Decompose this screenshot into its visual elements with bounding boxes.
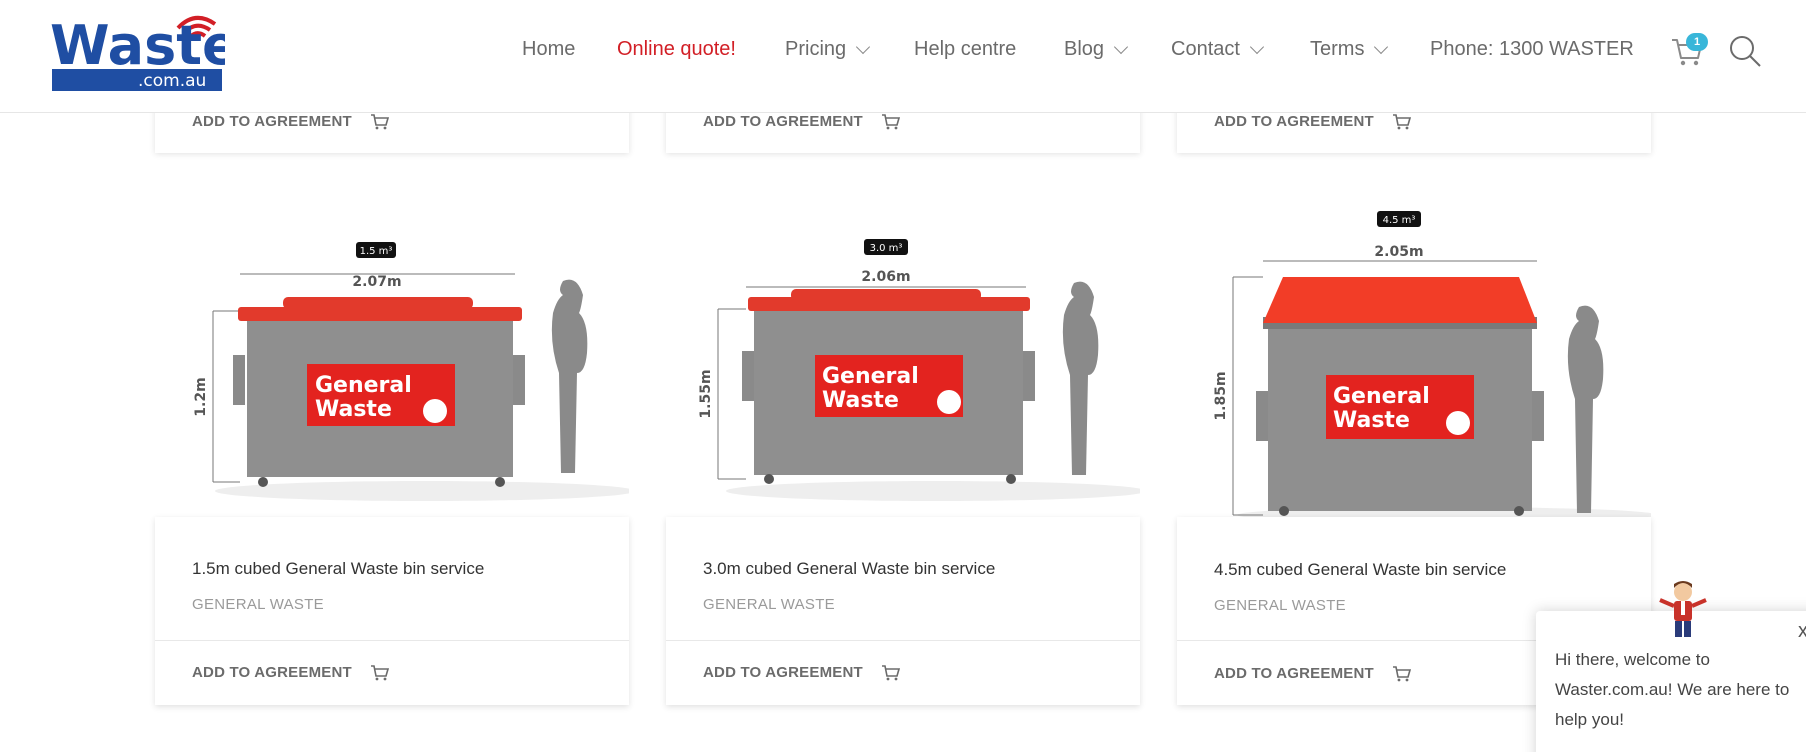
nav-home[interactable]: Home — [522, 38, 575, 61]
add-to-agreement-button[interactable]: ADD TO AGREEMENT — [1214, 663, 1412, 683]
add-label: ADD TO AGREEMENT — [1214, 112, 1374, 130]
add-to-agreement-button[interactable]: ADD TO AGREEMENT — [703, 111, 901, 131]
sign-line2: Waste — [822, 388, 899, 413]
product-title[interactable]: 1.5m cubed General Waste bin service — [192, 559, 484, 579]
bin-image[interactable]: 1.5 m³ 2.07m 1.2m General Waste — [155, 199, 629, 519]
add-label: ADD TO AGREEMENT — [192, 663, 352, 681]
chevron-down-icon — [1374, 39, 1389, 54]
product-category[interactable]: GENERAL WASTE — [703, 596, 835, 613]
chat-mascot-avatar[interactable] — [1652, 578, 1714, 640]
product-title[interactable]: 3.0m cubed General Waste bin service — [703, 559, 995, 579]
nav-terms[interactable]: Terms — [1310, 38, 1389, 61]
waster-logo[interactable]: Waster .com.au — [50, 6, 225, 94]
logo-text: Waster — [50, 14, 225, 77]
height-label: 1.55m — [698, 369, 714, 418]
cart-icon — [370, 114, 389, 130]
product-card: 3.0 m³ 2.06m 1.55m General Waste 3.0m cu… — [666, 199, 1140, 705]
site-header: Waster .com.au Home Online quote! Pricin… — [0, 0, 1806, 113]
nav-phone[interactable]: Phone: 1300 WASTER — [1430, 38, 1634, 61]
volume-label: 3.0 m³ — [870, 243, 903, 254]
width-label: 2.06m — [861, 269, 910, 285]
cart-count-badge: 1 — [1686, 33, 1708, 51]
width-label: 2.05m — [1374, 244, 1423, 260]
chevron-down-icon — [1113, 39, 1129, 54]
nav-label: Phone: 1300 WASTER — [1430, 38, 1634, 60]
nav-label: Terms — [1310, 38, 1365, 60]
add-to-agreement-button[interactable]: ADD TO AGREEMENT — [703, 662, 901, 682]
height-label: 1.2m — [193, 377, 209, 416]
nav-label: Help centre — [914, 38, 1017, 60]
nav-label: Online quote! — [617, 38, 736, 60]
cart-icon — [881, 114, 900, 130]
sign-line2: Waste — [1333, 408, 1410, 433]
bin-image[interactable]: 4.5 m³ 2.05m 1.85m General Waste — [1177, 199, 1651, 519]
nav-contact[interactable]: Contact — [1171, 38, 1265, 61]
product-category[interactable]: GENERAL WASTE — [192, 596, 324, 613]
chat-message: Hi there, welcome to Waster.com.au! We a… — [1555, 650, 1790, 729]
nav-label: Pricing — [785, 38, 847, 60]
add-to-agreement-button[interactable]: ADD TO AGREEMENT — [192, 111, 390, 131]
add-label: ADD TO AGREEMENT — [703, 112, 863, 130]
product-card: 1.5 m³ 2.07m 1.2m General Waste 1.5m cub… — [155, 199, 629, 705]
chevron-down-icon — [856, 39, 871, 54]
height-label: 1.85m — [1213, 371, 1229, 420]
chevron-down-icon — [1249, 39, 1265, 54]
sign-line1: General — [315, 373, 412, 398]
cart-icon — [1392, 114, 1411, 130]
close-icon[interactable]: x — [1798, 620, 1806, 643]
nav-pricing[interactable]: Pricing — [785, 38, 871, 61]
cart-icon — [1392, 666, 1411, 682]
logo-sub: .com.au — [138, 71, 206, 91]
volume-label: 4.5 m³ — [1383, 215, 1416, 226]
width-label: 2.07m — [352, 274, 401, 290]
sign-line2: Waste — [315, 397, 392, 422]
cart-icon — [370, 665, 389, 681]
sign-line1: General — [1333, 384, 1430, 409]
sign-line1: General — [822, 364, 919, 389]
bin-image[interactable]: 3.0 m³ 2.06m 1.55m General Waste — [666, 199, 1140, 519]
nav-help-centre[interactable]: Help centre — [914, 38, 1016, 61]
add-to-agreement-button[interactable]: ADD TO AGREEMENT — [192, 662, 390, 682]
divider — [155, 640, 629, 641]
add-label: ADD TO AGREEMENT — [703, 663, 863, 681]
add-label: ADD TO AGREEMENT — [192, 112, 352, 130]
nav-label: Blog — [1064, 38, 1105, 60]
nav-label: Home — [522, 38, 576, 60]
cart-icon — [881, 665, 900, 681]
product-category[interactable]: GENERAL WASTE — [1214, 597, 1346, 614]
divider — [666, 640, 1140, 641]
search-icon[interactable] — [1728, 34, 1762, 68]
add-label: ADD TO AGREEMENT — [1214, 664, 1374, 682]
nav-label: Contact — [1171, 38, 1240, 60]
add-to-agreement-button[interactable]: ADD TO AGREEMENT — [1214, 111, 1412, 131]
product-title[interactable]: 4.5m cubed General Waste bin service — [1214, 560, 1506, 580]
nav-online-quote[interactable]: Online quote! — [617, 38, 736, 61]
nav-blog[interactable]: Blog — [1064, 38, 1129, 61]
volume-label: 1.5 m³ — [360, 246, 393, 257]
